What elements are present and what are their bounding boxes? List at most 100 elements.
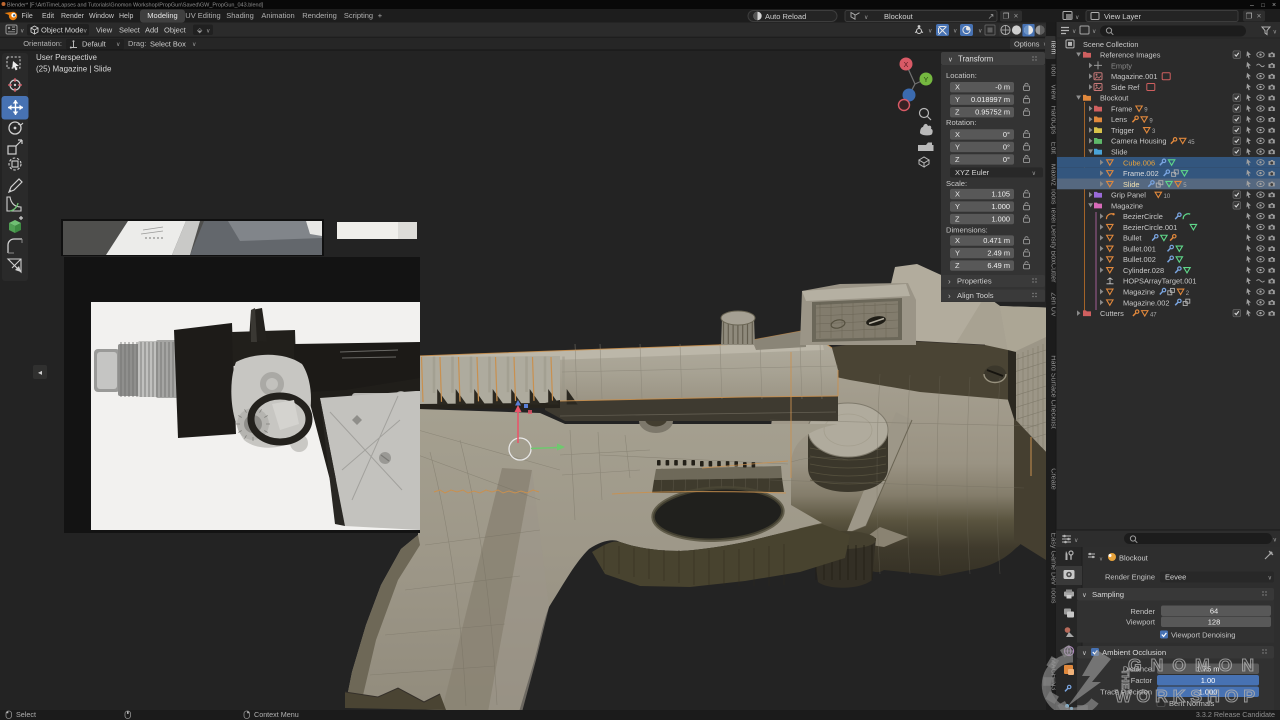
svg-text:∨: ∨: [1099, 557, 1103, 563]
svg-text:Magazine: Magazine: [1123, 287, 1155, 296]
svg-text:›: ›: [948, 291, 951, 300]
svg-text:›: ›: [948, 277, 951, 286]
svg-text:Frame.002: Frame.002: [1123, 169, 1159, 178]
svg-text:❐: ❐: [1003, 12, 1010, 21]
svg-text:Orientation:: Orientation:: [23, 39, 62, 48]
svg-text:-0 m: -0 m: [995, 83, 1010, 92]
svg-text:◂: ◂: [38, 368, 42, 377]
svg-text:X: X: [955, 130, 960, 139]
svg-text:2.49 m: 2.49 m: [987, 249, 1010, 258]
svg-text:Sampling: Sampling: [1092, 590, 1124, 599]
svg-text:□: □: [1261, 3, 1265, 9]
svg-text:∨: ∨: [1074, 538, 1078, 544]
svg-text:Bullet: Bullet: [1123, 234, 1142, 243]
svg-text:Select: Select: [119, 25, 141, 34]
svg-text:(25) Magazine | Slide: (25) Magazine | Slide: [36, 65, 112, 74]
svg-text:Scene Collection: Scene Collection: [1083, 40, 1138, 49]
svg-text:6.49 m: 6.49 m: [987, 261, 1010, 270]
svg-text:0°: 0°: [1003, 142, 1010, 151]
svg-text:Object Mode: Object Mode: [41, 25, 84, 34]
svg-text:Reference Images: Reference Images: [1100, 51, 1161, 60]
svg-text:–: –: [1250, 2, 1254, 9]
svg-text:Y: Y: [955, 95, 960, 104]
svg-text:Cylinder.028: Cylinder.028: [1123, 266, 1164, 275]
svg-text:WORKSHOP: WORKSHOP: [1115, 686, 1255, 706]
svg-text:∨: ∨: [1092, 29, 1096, 35]
svg-text:XYZ Euler: XYZ Euler: [955, 168, 990, 177]
svg-text:BezierCircle: BezierCircle: [1123, 212, 1163, 221]
svg-text:∨: ∨: [192, 42, 196, 48]
svg-text:∨: ∨: [206, 28, 210, 34]
svg-text:Shading: Shading: [226, 11, 254, 20]
svg-text:0°: 0°: [1003, 130, 1010, 139]
svg-text:∨: ∨: [1032, 171, 1036, 177]
svg-text:∨: ∨: [1268, 576, 1272, 582]
svg-text:User Perspective: User Perspective: [36, 53, 97, 62]
svg-text:∨: ∨: [1072, 29, 1076, 35]
svg-text:Magazine.002: Magazine.002: [1123, 298, 1169, 307]
svg-text:Slide: Slide: [1123, 180, 1139, 189]
svg-text:∨: ∨: [928, 28, 932, 34]
svg-text:Trigger: Trigger: [1111, 126, 1135, 135]
svg-text:×: ×: [1014, 12, 1019, 21]
svg-text:View Layer: View Layer: [1104, 12, 1141, 21]
svg-text:Auto Reload: Auto Reload: [765, 12, 806, 21]
svg-text:View: View: [96, 25, 113, 34]
svg-text:Y: Y: [955, 249, 960, 258]
svg-text:❐: ❐: [1246, 12, 1253, 21]
svg-text:Z: Z: [955, 261, 960, 270]
svg-text:BezierCircle.001: BezierCircle.001: [1123, 223, 1177, 232]
svg-text:0°: 0°: [1003, 155, 1010, 164]
svg-text:0.471 m: 0.471 m: [983, 236, 1010, 245]
svg-text:∨: ∨: [20, 29, 24, 35]
svg-text:×: ×: [1272, 2, 1276, 9]
svg-text:X: X: [955, 236, 960, 245]
svg-text:Viewport: Viewport: [1126, 617, 1156, 626]
svg-text:Scale:: Scale:: [946, 179, 967, 188]
svg-text:∨: ∨: [1075, 15, 1079, 21]
svg-text:Blockout: Blockout: [1119, 553, 1149, 562]
svg-text:Modeling: Modeling: [147, 11, 177, 20]
svg-text:X: X: [955, 83, 960, 92]
svg-text:UV Editing: UV Editing: [185, 11, 220, 20]
svg-text:Eevee: Eevee: [1165, 573, 1186, 582]
svg-text:X: X: [904, 62, 909, 69]
svg-text:Edit: Edit: [42, 13, 54, 20]
svg-text:↗: ↗: [988, 12, 995, 21]
svg-text:∨: ∨: [1082, 592, 1087, 599]
svg-text:Add: Add: [145, 25, 158, 34]
svg-text:Slide: Slide: [1111, 147, 1127, 156]
svg-text:Render Engine: Render Engine: [1105, 572, 1155, 581]
svg-text:Camera Housing: Camera Housing: [1111, 137, 1166, 146]
svg-text:0.018997 m: 0.018997 m: [971, 95, 1010, 104]
svg-text:0.95752 m: 0.95752 m: [975, 108, 1010, 117]
svg-text:Cube.006: Cube.006: [1123, 158, 1155, 167]
svg-text:3.3.2 Release Candidate: 3.3.2 Release Candidate: [1196, 710, 1275, 719]
svg-text:Drag:: Drag:: [128, 39, 146, 48]
svg-text:∨: ∨: [116, 42, 120, 48]
svg-text:1.105: 1.105: [992, 190, 1011, 199]
svg-text:Options: Options: [1014, 39, 1040, 48]
svg-text:Rendering: Rendering: [302, 11, 337, 20]
svg-text:∨: ∨: [1273, 538, 1277, 544]
svg-text:Select Box: Select Box: [150, 39, 186, 48]
svg-text:Z: Z: [955, 108, 960, 117]
svg-text:Transform: Transform: [958, 54, 993, 63]
svg-text:X: X: [955, 190, 960, 199]
svg-text:Help: Help: [119, 13, 134, 20]
svg-text:∨: ∨: [953, 28, 957, 34]
svg-text:Blender* [F:\Art\TimeLapses a: Blender* [F:\Art\TimeLapses and Tutorial…: [7, 3, 264, 9]
svg-text:Factor: Factor: [1131, 676, 1153, 685]
svg-text:Scripting: Scripting: [344, 11, 373, 20]
svg-text:File: File: [22, 13, 33, 20]
svg-text:Side Ref: Side Ref: [1111, 83, 1140, 92]
svg-text:+: +: [378, 11, 383, 20]
svg-text:Magazine.001: Magazine.001: [1111, 72, 1157, 81]
svg-text:Lens: Lens: [1111, 115, 1127, 124]
svg-text:Empty: Empty: [1111, 61, 1132, 70]
svg-text:64: 64: [1210, 606, 1218, 615]
svg-text:10: 10: [1164, 194, 1171, 200]
svg-text:Blockout: Blockout: [1100, 94, 1128, 103]
svg-text:Align Tools: Align Tools: [957, 291, 994, 300]
svg-text:Window: Window: [89, 13, 115, 20]
